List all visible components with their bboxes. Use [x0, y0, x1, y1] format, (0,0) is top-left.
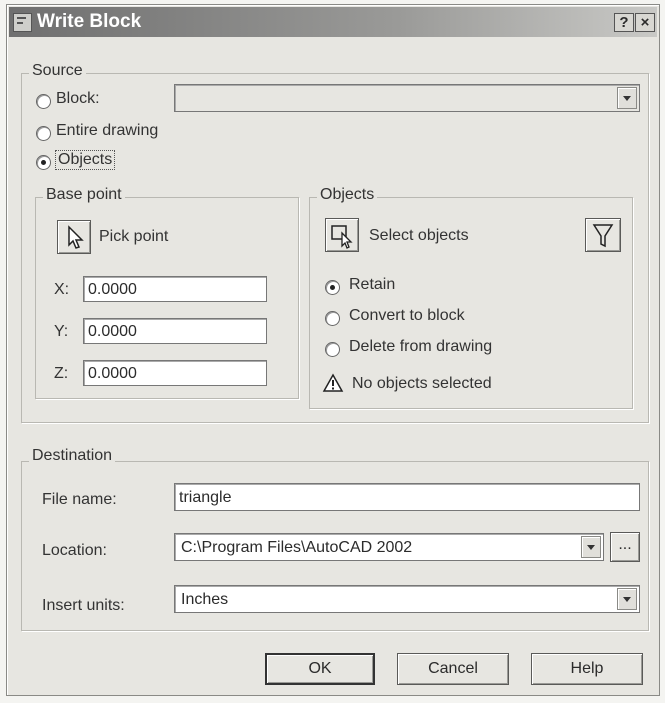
- file-name-field[interactable]: triangle: [174, 483, 640, 511]
- select-objects-icon: [331, 225, 353, 249]
- radio-convert-to-block[interactable]: [325, 311, 340, 326]
- quick-select-funnel-icon: [592, 224, 614, 248]
- write-block-dialog: Write Block ? × Source Block: Entire dra…: [6, 4, 660, 696]
- file-name-label: File name:: [42, 491, 117, 508]
- browse-button[interactable]: ...: [610, 532, 640, 562]
- radio-block-label[interactable]: Block:: [56, 90, 100, 108]
- help-button[interactable]: Help: [531, 653, 643, 685]
- radio-entire-drawing[interactable]: [36, 126, 51, 141]
- ok-label: OK: [308, 660, 332, 677]
- select-objects-label[interactable]: Select objects: [369, 227, 469, 245]
- location-value: C:\Program Files\AutoCAD 2002: [181, 539, 413, 556]
- dialog-app-icon: [13, 13, 32, 32]
- destination-legend: Destination: [29, 447, 116, 465]
- help-title-button[interactable]: ?: [614, 13, 634, 32]
- quick-select-button[interactable]: [585, 218, 621, 252]
- cancel-button[interactable]: Cancel: [397, 653, 509, 685]
- radio-retain-label[interactable]: Retain: [349, 276, 395, 294]
- dropdown-arrow-icon[interactable]: [581, 536, 601, 558]
- browse-label: ...: [618, 536, 632, 553]
- pick-point-cursor-icon: [68, 225, 84, 249]
- window-title: Write Block: [37, 11, 142, 32]
- radio-convert-label[interactable]: Convert to block: [349, 307, 465, 325]
- y-field[interactable]: 0.0000: [83, 318, 267, 344]
- z-label: Z:: [54, 365, 69, 382]
- location-label: Location:: [42, 542, 107, 559]
- file-name-value: triangle: [179, 489, 232, 506]
- radio-retain[interactable]: [325, 280, 340, 295]
- objects-status-text: No objects selected: [352, 375, 492, 392]
- insert-units-combo[interactable]: Inches: [174, 585, 640, 613]
- radio-objects-label[interactable]: Objects: [54, 150, 116, 170]
- x-field[interactable]: 0.0000: [83, 276, 267, 302]
- dropdown-arrow-icon[interactable]: [617, 87, 637, 109]
- z-field[interactable]: 0.0000: [83, 360, 267, 386]
- pick-point-label[interactable]: Pick point: [99, 228, 168, 246]
- radio-entire-drawing-label[interactable]: Entire drawing: [56, 122, 158, 140]
- radio-objects[interactable]: [36, 155, 51, 170]
- radio-delete-label[interactable]: Delete from drawing: [349, 338, 492, 356]
- select-objects-button[interactable]: [325, 218, 359, 252]
- base-point-legend: Base point: [43, 186, 125, 204]
- z-value: 0.0000: [88, 365, 137, 382]
- close-button[interactable]: ×: [635, 13, 655, 32]
- block-name-combo[interactable]: [174, 84, 640, 112]
- insert-units-value: Inches: [181, 591, 229, 608]
- source-legend: Source: [29, 62, 86, 80]
- cancel-label: Cancel: [428, 660, 478, 677]
- help-label: Help: [570, 660, 604, 677]
- location-combo[interactable]: C:\Program Files\AutoCAD 2002: [174, 533, 604, 561]
- title-bar[interactable]: Write Block ? ×: [9, 7, 657, 37]
- radio-block[interactable]: [36, 94, 51, 109]
- objects-legend: Objects: [317, 186, 378, 204]
- radio-delete-from-drawing[interactable]: [325, 342, 340, 357]
- warning-icon: [322, 373, 344, 392]
- x-value: 0.0000: [88, 281, 137, 298]
- y-value: 0.0000: [88, 323, 137, 340]
- y-label: Y:: [54, 323, 69, 340]
- ok-button[interactable]: OK: [265, 653, 375, 685]
- pick-point-button[interactable]: [57, 220, 91, 254]
- insert-units-label: Insert units:: [42, 597, 125, 614]
- x-label: X:: [54, 281, 70, 298]
- dropdown-arrow-icon[interactable]: [617, 588, 637, 610]
